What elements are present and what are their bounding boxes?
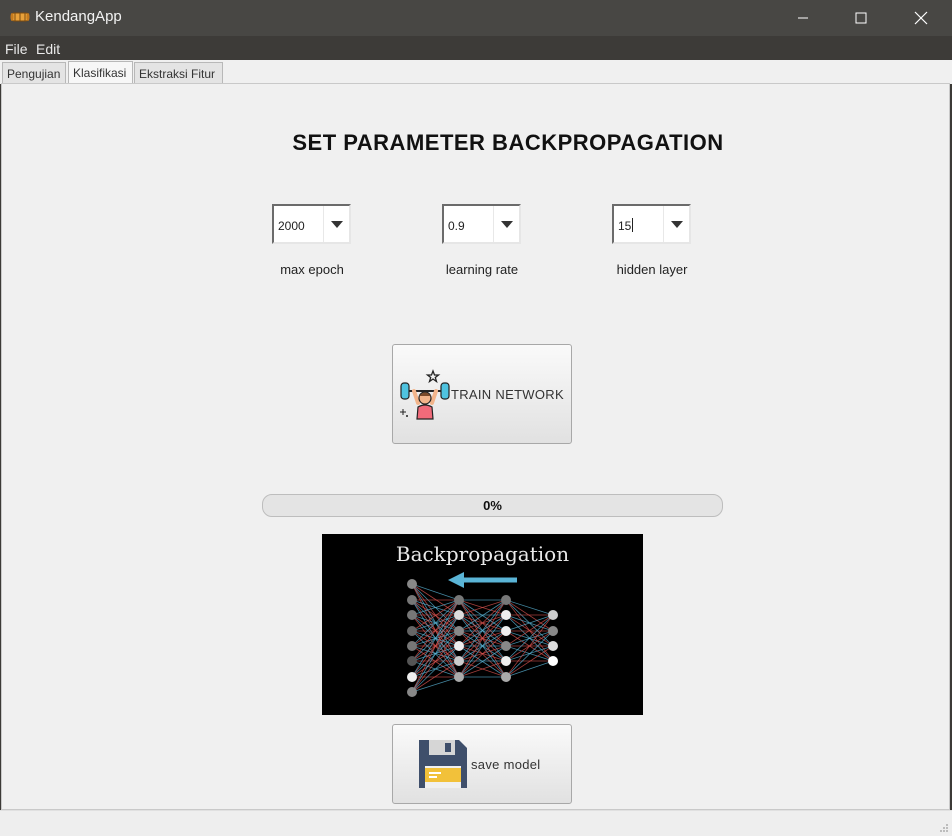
minimize-icon xyxy=(798,17,808,19)
network-connection xyxy=(505,660,554,678)
network-node xyxy=(548,641,558,651)
network-connection xyxy=(411,676,460,693)
menu-edit[interactable]: Edit xyxy=(36,41,60,57)
max-epoch-value: 2000 xyxy=(278,219,305,233)
status-bar xyxy=(0,810,952,836)
network-connection xyxy=(505,599,554,632)
drum-icon xyxy=(10,12,30,22)
network-node xyxy=(407,610,417,620)
network-node xyxy=(407,687,417,697)
chevron-down-icon[interactable] xyxy=(323,206,349,242)
network-node xyxy=(501,656,511,666)
network-node xyxy=(407,595,417,605)
hidden-layer-label: hidden layer xyxy=(616,262,688,277)
progress-label: 0% xyxy=(483,498,502,513)
save-model-button[interactable]: save model xyxy=(392,724,572,804)
network-node xyxy=(407,656,417,666)
network-node xyxy=(407,626,417,636)
hidden-layer-value: 15 xyxy=(618,219,632,233)
network-node xyxy=(454,610,464,620)
network-node xyxy=(501,672,511,682)
network-node xyxy=(501,595,511,605)
close-button[interactable] xyxy=(892,0,950,36)
network-connection xyxy=(411,583,460,616)
train-network-label: TRAIN NETWORK xyxy=(451,387,564,402)
hidden-layer-select[interactable]: 15 xyxy=(612,204,691,244)
chevron-down-icon[interactable] xyxy=(663,206,689,242)
network-node xyxy=(501,641,511,651)
network-node xyxy=(407,672,417,682)
network-node xyxy=(454,656,464,666)
tab-bar: Pengujian Klasifikasi Ekstraksi Fitur xyxy=(0,60,952,85)
network-node xyxy=(548,610,558,620)
max-epoch-select[interactable]: 2000 xyxy=(272,204,351,244)
floppy-disk-icon xyxy=(419,740,467,788)
network-node xyxy=(548,626,558,636)
maximize-icon xyxy=(855,12,867,24)
minimize-button[interactable] xyxy=(774,0,832,36)
max-epoch-label: max epoch xyxy=(280,262,344,277)
resize-grip-icon[interactable] xyxy=(939,823,949,833)
learning-rate-label: learning rate xyxy=(445,262,519,277)
train-network-button[interactable]: TRAIN NETWORK xyxy=(392,344,572,444)
tab-pengujian[interactable]: Pengujian xyxy=(2,62,66,84)
maximize-button[interactable] xyxy=(832,0,890,36)
tab-klasifikasi[interactable]: Klasifikasi xyxy=(68,61,133,85)
learning-rate-select[interactable]: 0.9 xyxy=(442,204,521,244)
network-node xyxy=(501,610,511,620)
network-node xyxy=(501,626,511,636)
network-connection xyxy=(505,645,554,678)
close-icon xyxy=(914,11,928,25)
network-node xyxy=(454,641,464,651)
network-node xyxy=(548,656,558,666)
neural-network-diagram xyxy=(407,572,558,697)
network-connection xyxy=(411,630,460,693)
tab-ekstraksi-fitur[interactable]: Ekstraksi Fitur xyxy=(134,62,223,84)
save-model-label: save model xyxy=(471,757,541,772)
arrow-left-icon xyxy=(448,572,517,588)
network-node xyxy=(407,579,417,589)
menu-bar: File Edit xyxy=(0,36,952,60)
menu-file[interactable]: File xyxy=(5,41,28,57)
weightlifter-icon xyxy=(400,369,450,420)
network-node xyxy=(454,595,464,605)
window-title: KendangApp xyxy=(35,8,122,25)
chevron-down-icon[interactable] xyxy=(493,206,519,242)
network-node xyxy=(407,641,417,651)
network-connection xyxy=(505,599,554,616)
backpropagation-image: Backpropagation xyxy=(322,534,643,715)
network-node xyxy=(454,626,464,636)
learning-rate-value: 0.9 xyxy=(448,219,465,233)
page-title: SET PARAMETER BACKPROPAGATION xyxy=(292,130,724,155)
text-cursor xyxy=(632,218,633,232)
title-bar: KendangApp xyxy=(0,0,952,36)
training-progress-bar: 0% xyxy=(262,494,723,517)
network-node xyxy=(454,672,464,682)
